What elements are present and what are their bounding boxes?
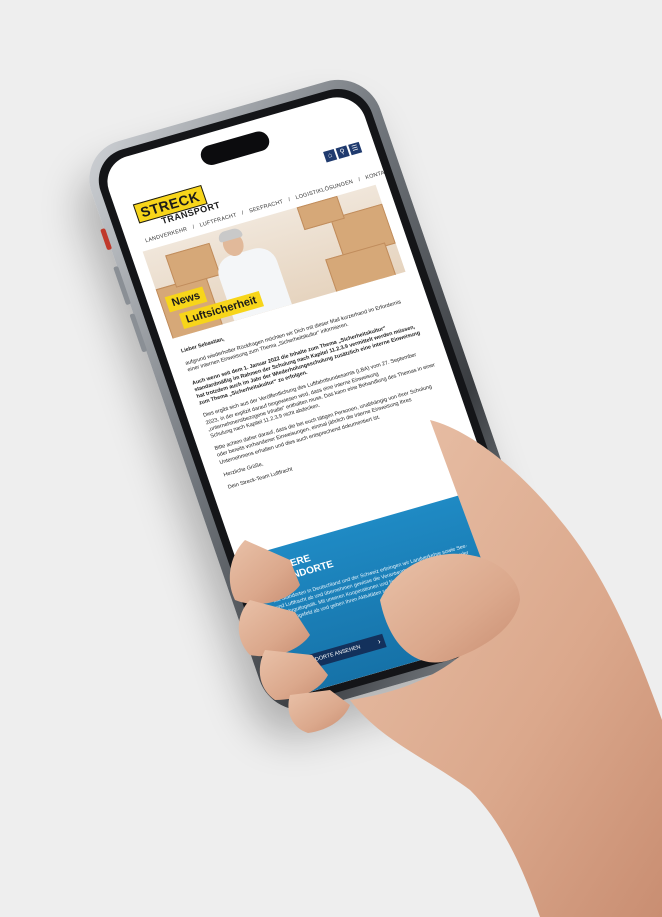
menu-icon[interactable]: ☰ xyxy=(348,141,363,156)
dynamic-island xyxy=(198,129,272,168)
standorte-button[interactable]: STANDORTE ANSEHEN › xyxy=(293,633,387,673)
nav-kontakt[interactable]: KONTAKT xyxy=(365,168,393,181)
nav-separator: / xyxy=(357,176,362,184)
smartphone: STRECK TRANSPORT ⌂ ⚲ ☰ LANDVERKEHR / LUF… xyxy=(77,69,563,721)
action-button xyxy=(100,228,113,251)
home-icon[interactable]: ⌂ xyxy=(323,149,338,163)
nav-separator: / xyxy=(241,210,245,217)
nav-separator: / xyxy=(191,224,196,231)
chevron-right-icon: › xyxy=(376,636,382,647)
phone-bezel: STRECK TRANSPORT ⌂ ⚲ ☰ LANDVERKEHR / LUF… xyxy=(89,80,551,710)
standorte-section: UNSERE STANDORTE Mit Standorten in Deuts… xyxy=(235,485,541,700)
header-icons: ⌂ ⚲ ☰ xyxy=(323,141,363,163)
photo-scene: STRECK TRANSPORT ⌂ ⚲ ☰ LANDVERKEHR / LUF… xyxy=(0,0,662,917)
nav-separator: / xyxy=(287,197,292,204)
location-icon[interactable]: ⚲ xyxy=(335,145,350,159)
cardboard-box xyxy=(165,242,221,288)
standorte-button-label: STANDORTE ANSEHEN xyxy=(300,644,362,667)
cardboard-box xyxy=(325,242,397,294)
phone-screen: STRECK TRANSPORT ⌂ ⚲ ☰ LANDVERKEHR / LUF… xyxy=(99,90,541,700)
